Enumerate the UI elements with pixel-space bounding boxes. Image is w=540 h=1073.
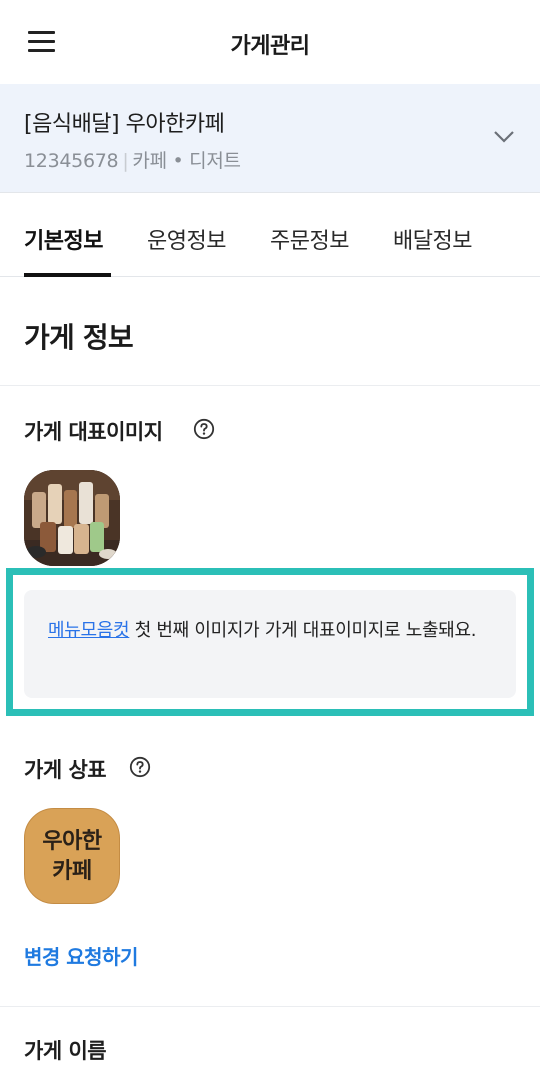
active-tab-indicator [24, 273, 111, 277]
notice-box: 메뉴모음컷 첫 번째 이미지가 가게 대표이미지로 노출돼요. [24, 590, 516, 698]
tab-order-info[interactable]: 주문정보 [270, 223, 349, 255]
tab-basic-info[interactable]: 기본정보 [24, 223, 103, 255]
store-name-label: 가게 이름 [24, 1039, 107, 1063]
spacer [0, 723, 540, 724]
store-selector[interactable]: [음식배달] 우아한카페 12345678 | 카페 • 디저트 [0, 84, 540, 193]
question-circle-icon[interactable] [193, 418, 215, 440]
store-meta-separator: | [122, 150, 129, 172]
rep-image-label: 가게 대표이미지 [24, 420, 163, 444]
notice-text: 메뉴모음컷 첫 번째 이미지가 가게 대표이미지로 노출돼요. [48, 616, 500, 646]
change-request-link[interactable]: 변경 요청하기 [24, 941, 138, 970]
store-representative-image [24, 470, 120, 566]
page-title: 가게관리 [230, 34, 310, 59]
store-meta: 12345678 | 카페 • 디저트 [24, 146, 241, 173]
question-circle-icon[interactable] [129, 756, 151, 778]
brand-logo-label: 가게 상표 [24, 758, 107, 782]
menu-collection-link[interactable]: 메뉴모음컷 [48, 620, 130, 641]
store-name: [음식배달] 우아한카페 [24, 112, 225, 137]
tab-delivery-info[interactable]: 배달정보 [393, 223, 472, 255]
brand-logo-line1: 우아한 [42, 829, 102, 854]
store-id: 12345678 [24, 150, 119, 172]
brand-logo-line2: 카페 [52, 859, 92, 884]
app-bar: 가게관리 [0, 0, 540, 84]
divider [0, 385, 540, 386]
divider [0, 1006, 540, 1007]
chevron-down-icon[interactable] [494, 130, 514, 144]
store-category: 카페 • 디저트 [132, 150, 241, 172]
tab-operation-info[interactable]: 운영정보 [147, 223, 226, 255]
brand-logo: 우아한 카페 [24, 808, 120, 904]
tab-bar: 기본정보 운영정보 주문정보 배달정보 [0, 194, 540, 277]
section-title: 가게 정보 [24, 321, 134, 354]
notice-body: 첫 번째 이미지가 가게 대표이미지로 노출돼요. [129, 620, 477, 641]
